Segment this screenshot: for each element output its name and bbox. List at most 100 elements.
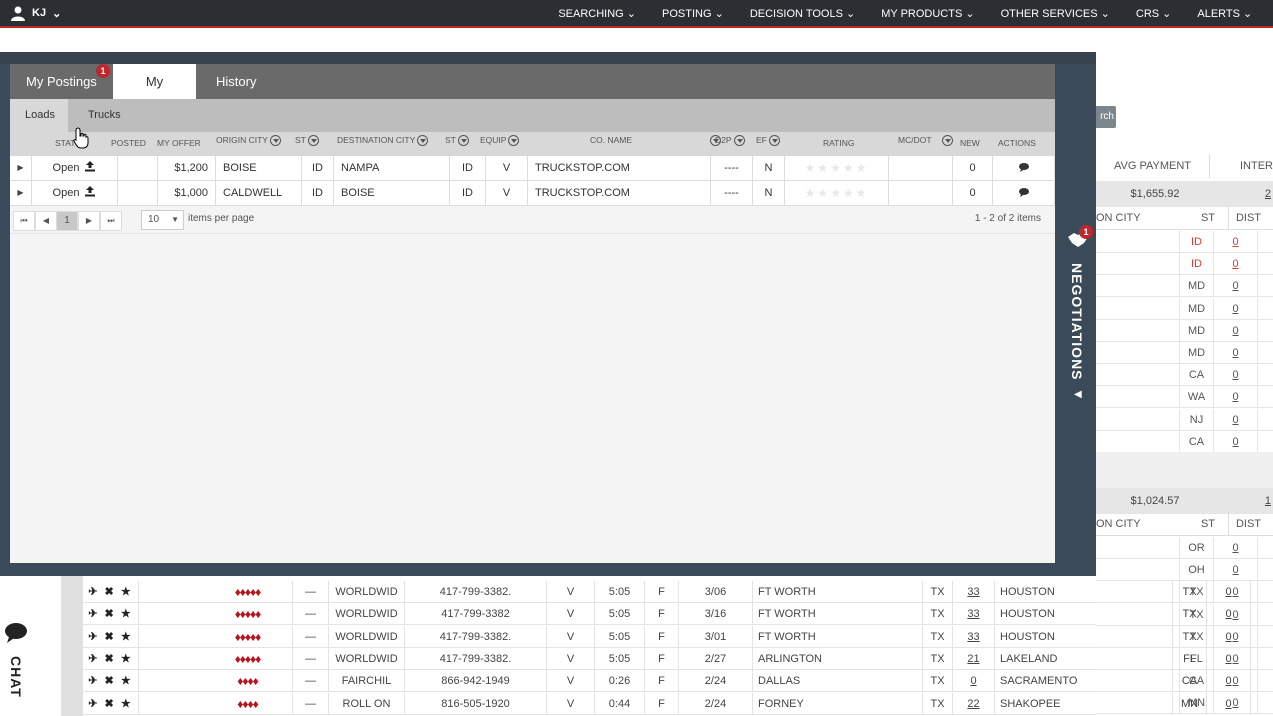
- my-offer-cell: $1,200: [158, 156, 216, 180]
- distance-link[interactable]: 0: [1214, 319, 1258, 341]
- menu-searching[interactable]: SEARCHING ⌄: [558, 7, 636, 20]
- distance-link[interactable]: 0: [1214, 231, 1258, 252]
- menu-alerts[interactable]: ALERTS ⌄: [1197, 7, 1252, 20]
- deadhead-link[interactable]: 33: [953, 603, 995, 626]
- menu-other-services[interactable]: OTHER SERVICES ⌄: [1001, 7, 1110, 20]
- message-icon[interactable]: [993, 181, 1055, 205]
- distance-link[interactable]: 0: [1214, 342, 1258, 363]
- col-equip[interactable]: EQUIP: [480, 132, 520, 156]
- user-menu[interactable]: KJ ⌄: [10, 5, 61, 21]
- d2p-cell: ----: [711, 156, 753, 180]
- table-row: MD 0: [1096, 319, 1273, 342]
- subtab-loads[interactable]: Loads: [10, 99, 68, 132]
- col-destination-st[interactable]: ST: [445, 132, 469, 156]
- filter-icon[interactable]: [307, 135, 319, 147]
- menu-crs[interactable]: CRS ⌄: [1136, 7, 1172, 20]
- negotiations-tab[interactable]: 1 NEGOTIATIONS ◀: [1058, 225, 1098, 415]
- ef-cell: N: [753, 181, 785, 205]
- distance-link[interactable]: 0: [1214, 386, 1258, 408]
- table-row: ✈ ✖ ★ ♦♦♦♦♦ — WORLDWID 417-799-3382 V 5:05 F 3/1…: [83, 603, 1251, 626]
- col-my-offer[interactable]: MY OFFER: [157, 132, 201, 156]
- chat-tab[interactable]: CHAT: [0, 612, 33, 716]
- filter-icon[interactable]: [733, 135, 745, 147]
- origin-state-cell: TX: [923, 625, 953, 648]
- distance-link[interactable]: 0: [1207, 581, 1251, 603]
- col-origin-city[interactable]: ORIGIN CITY: [216, 132, 281, 156]
- distance-link[interactable]: 0: [1214, 297, 1258, 319]
- filter-icon[interactable]: [508, 135, 520, 147]
- deadhead-link[interactable]: 0: [953, 670, 995, 693]
- table-row: ✈ ✖ ★ ♦♦♦♦♦ — WORLDWID 417-799-3382. V 5:05 F 3/…: [83, 581, 1251, 603]
- filter-icon[interactable]: [269, 135, 281, 147]
- ff-cell: F: [645, 647, 679, 670]
- first-page-button[interactable]: ⏮: [13, 211, 35, 231]
- last-page-button[interactable]: ⏭: [100, 211, 122, 231]
- deadhead-link[interactable]: 22: [953, 692, 995, 715]
- distance-link[interactable]: 0: [1207, 670, 1251, 693]
- upload-icon[interactable]: [79, 161, 96, 174]
- col-origin-st[interactable]: ST: [295, 132, 319, 156]
- filter-icon[interactable]: [457, 135, 469, 147]
- col-d2p[interactable]: D2P: [715, 132, 745, 156]
- row-actions[interactable]: ✈ ✖ ★: [83, 581, 139, 603]
- destination-cell: SACRAMENTO: [995, 670, 1173, 693]
- distance-link[interactable]: 0: [1207, 692, 1251, 715]
- tab-my-offers[interactable]: My Offers: [113, 64, 196, 124]
- menu-decision-tools[interactable]: DECISION TOOLS ⌄: [750, 7, 855, 20]
- deadhead-link[interactable]: 33: [953, 625, 995, 648]
- distance-link[interactable]: 0: [1214, 537, 1258, 558]
- col-posted[interactable]: POSTED: [111, 132, 146, 156]
- col-inter[interactable]: INTER: [1210, 154, 1273, 178]
- distance-link[interactable]: 0: [1214, 559, 1258, 581]
- status-cell: Open: [32, 156, 118, 180]
- collapse-arrow-icon[interactable]: ◀: [1074, 389, 1082, 400]
- menu-my-products[interactable]: MY PRODUCTS ⌄: [881, 7, 974, 20]
- distance-link[interactable]: 0: [1207, 603, 1251, 626]
- distance-link[interactable]: 0: [1214, 408, 1258, 430]
- menu-posting[interactable]: POSTING ⌄: [662, 7, 724, 20]
- filter-icon[interactable]: [941, 135, 953, 147]
- col-co-name[interactable]: CO. NAME: [590, 132, 722, 156]
- modal-subtabs: Loads Trucks: [10, 99, 1055, 132]
- row-actions[interactable]: ✈ ✖ ★: [83, 692, 139, 715]
- deadhead-link[interactable]: 33: [953, 581, 995, 603]
- col-ef[interactable]: EF: [756, 132, 780, 156]
- items-per-page-select[interactable]: 10 ▼: [141, 210, 184, 230]
- expand-row-icon[interactable]: ▶: [10, 156, 32, 180]
- col-mc-dot[interactable]: MC/DOT: [898, 132, 953, 156]
- distance-link[interactable]: 0: [1214, 275, 1258, 297]
- distance-link[interactable]: 0: [1207, 625, 1251, 648]
- col-destination-city[interactable]: DESTINATION CITY: [337, 132, 429, 156]
- col-rating[interactable]: RATING: [823, 132, 854, 156]
- distance-link[interactable]: 0: [1214, 430, 1258, 452]
- distance-link[interactable]: 0: [1214, 253, 1258, 275]
- user-initials: KJ: [32, 7, 47, 19]
- filter-icon[interactable]: [768, 135, 780, 147]
- filter-icon[interactable]: [417, 135, 429, 147]
- offer-row[interactable]: ▶ Open $1,200 BOISE ID NAMPA ID V TRUCKSTOP.COM -…: [10, 156, 1055, 181]
- company-cell: ROLL ON: [329, 692, 405, 715]
- tab-my-postings[interactable]: My Postings 1: [12, 64, 111, 99]
- message-icon[interactable]: [993, 156, 1055, 180]
- distance-link[interactable]: 0: [1207, 647, 1251, 670]
- phone-cell: 417-799-3382.: [405, 647, 547, 670]
- upload-icon[interactable]: [79, 186, 96, 199]
- modal-tabs: My Postings 1 My Offers History: [10, 64, 1055, 124]
- row-actions[interactable]: ✈ ✖ ★: [83, 670, 139, 693]
- col-avg-payment[interactable]: AVG PAYMENT: [1096, 154, 1210, 178]
- prev-page-button[interactable]: ◀: [35, 211, 57, 231]
- distance-link[interactable]: 0: [1214, 364, 1258, 386]
- origin-city-cell: BOISE: [216, 156, 302, 180]
- results-header: AVG PAYMENT INTER: [1096, 154, 1273, 178]
- offer-row[interactable]: ▶ Open $1,000 CALDWELL ID BOISE ID V TRUCKSTOP.C…: [10, 181, 1055, 206]
- rating-cell: ♦♦♦♦♦: [203, 647, 293, 670]
- row-actions[interactable]: ✈ ✖ ★: [83, 603, 139, 626]
- next-page-button[interactable]: ▶: [78, 211, 100, 231]
- col-new[interactable]: NEW: [960, 132, 980, 156]
- deadhead-link[interactable]: 21: [953, 647, 995, 670]
- row-actions[interactable]: ✈ ✖ ★: [83, 647, 139, 670]
- row-actions[interactable]: ✈ ✖ ★: [83, 625, 139, 648]
- tab-history[interactable]: History: [202, 64, 270, 99]
- expand-row-icon[interactable]: ▶: [10, 181, 32, 205]
- current-page[interactable]: 1: [56, 211, 78, 231]
